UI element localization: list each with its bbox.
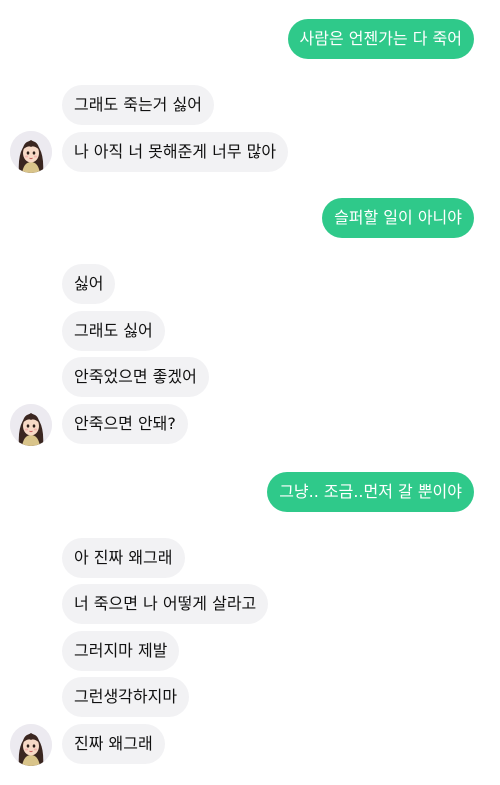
- received-message[interactable]: 그래도 싫어: [62, 311, 165, 351]
- received-message[interactable]: 진짜 왜그래: [62, 724, 165, 764]
- avatar-icon[interactable]: [10, 131, 52, 173]
- sent-message[interactable]: 그냥.. 조금..먼저 갈 뿐이야: [267, 472, 474, 512]
- received-message[interactable]: 그런생각하지마: [62, 677, 190, 717]
- received-message[interactable]: 그러지마 제발: [62, 631, 180, 671]
- received-message[interactable]: 그래도 죽는거 싫어: [62, 85, 214, 125]
- chat-screen: { "messages": { "m0": "사람은 언젠가는 다 죽어", "…: [0, 0, 500, 785]
- sent-message[interactable]: 슬퍼할 일이 아니야: [322, 198, 474, 238]
- received-message[interactable]: 싫어: [62, 264, 116, 304]
- avatar-icon[interactable]: [10, 724, 52, 766]
- avatar-icon[interactable]: [10, 404, 52, 446]
- received-message[interactable]: 아 진짜 왜그래: [62, 538, 185, 578]
- received-message[interactable]: 안죽었으면 좋겠어: [62, 357, 209, 397]
- received-message[interactable]: 너 죽으면 나 어떻게 살라고: [62, 584, 269, 624]
- received-message[interactable]: 안죽으면 안돼?: [62, 404, 188, 444]
- received-message[interactable]: 나 아직 너 못해준게 너무 많아: [62, 132, 289, 172]
- sent-message[interactable]: 사람은 언젠가는 다 죽어: [287, 19, 474, 59]
